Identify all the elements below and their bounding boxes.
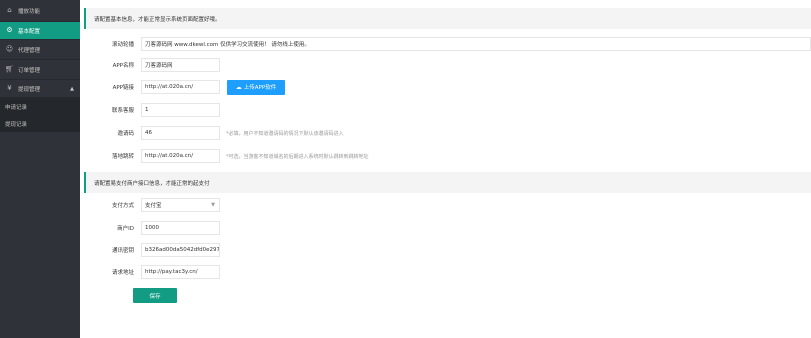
notice-payment: 请配置易支付商户接口信息，才能正常的起支付: [84, 172, 811, 193]
field-marquee: 滚动轮播 刀客源码网 www.dkewl.com 仅供学习交流使用！ 请勿线上使…: [84, 36, 811, 52]
sidebar-item-label: 订单管理: [18, 67, 41, 74]
upload-button-label: 上传APP软件: [243, 85, 277, 91]
field-api-url: 请求地址 http://pay.tac3y.cn/: [84, 264, 811, 280]
marquee-input[interactable]: 刀客源码网 www.dkewl.com 仅供学习交流使用！ 请勿线上使用。: [141, 37, 811, 51]
cart-icon: 🛒︎: [5, 65, 14, 73]
sidebar-item-orders[interactable]: 🛒︎ 订单管理: [0, 60, 80, 80]
redirect-input[interactable]: http://at.020a.cn/: [141, 149, 220, 163]
upload-app-button[interactable]: ☁ 上传APP软件: [227, 79, 285, 95]
api-url-input[interactable]: http://pay.tac3y.cn/: [141, 265, 220, 279]
field-label: 邀请码: [117, 131, 134, 137]
field-invite-code: 邀请码 46 *必填，用户不知道邀请码的情况下默认该邀请码进入: [84, 125, 811, 141]
field-label: 商户ID: [117, 226, 134, 232]
app-link-input[interactable]: http://at.020a.cn/: [141, 80, 220, 94]
field-label: 滚动轮播: [111, 42, 134, 48]
merchant-id-input[interactable]: 1000: [141, 221, 220, 235]
sidebar-item-label: 提现管理: [18, 86, 41, 93]
home-icon: ⌂: [7, 6, 12, 14]
sidebar: ⌂ 播放功能 ⚙ 基本配置 ☺ 代理管理 🛒︎ 订单管理 ¥ 提现管理 ▲ 申请…: [0, 0, 80, 338]
app: ⌂ 播放功能 ⚙ 基本配置 ☺ 代理管理 🛒︎ 订单管理 ¥ 提现管理 ▲ 申请…: [0, 0, 811, 338]
invite-code-input[interactable]: 46: [141, 126, 220, 140]
notice-text: 请配置基本信息，才能正常显示系统页面配置好哦。: [94, 16, 221, 23]
field-label: 请求地址: [111, 270, 134, 276]
field-redirect: 落地跳转 http://at.020a.cn/ *可选，当游客不知道域名的后期进…: [84, 148, 811, 164]
field-label: 联系客服: [111, 108, 134, 114]
sidebar-item-label: 播放功能: [18, 8, 41, 15]
invite-code-hint: *必填，用户不知道邀请码的情况下默认该邀请码进入: [226, 130, 344, 137]
field-app-name: APP名称 刀客源码网: [84, 57, 811, 73]
contact-input[interactable]: 1: [141, 103, 220, 117]
field-merchant-id: 商户ID 1000: [84, 220, 811, 236]
cloud-upload-icon: ☁: [235, 83, 242, 91]
notice-text: 请配置易支付商户接口信息，才能正常的起支付: [94, 180, 210, 187]
sidebar-item-agents[interactable]: ☺ 代理管理: [0, 40, 80, 60]
field-label: APP链接: [112, 85, 134, 91]
user-icon: ☺: [5, 45, 14, 53]
field-secret: 通讯密钥 b326ad00da5042dfd0e2972: [84, 242, 811, 258]
sidebar-item-label: 代理管理: [18, 47, 41, 54]
chevron-down-icon: ▼: [211, 202, 215, 208]
sidebar-subitem-applications[interactable]: 申请记录: [0, 98, 80, 115]
field-contact: 联系客服 1: [84, 102, 811, 118]
app-name-input[interactable]: 刀客源码网: [141, 58, 220, 72]
field-app-link: APP链接 http://at.020a.cn/ ☁ 上传APP软件: [84, 79, 811, 95]
field-pay-method: 支付方式 支付宝 ▼: [84, 197, 811, 213]
sidebar-subitem-withdraw-records[interactable]: 提现记录: [0, 115, 80, 132]
main-content: 请配置基本信息，才能正常显示系统页面配置好哦。 滚动轮播 刀客源码网 www.d…: [80, 0, 811, 338]
sidebar-item-home[interactable]: ⌂ 播放功能: [0, 0, 80, 22]
field-label: 落地跳转: [111, 154, 134, 160]
field-label: APP名称: [112, 63, 134, 69]
notice-basic-info: 请配置基本信息，才能正常显示系统页面配置好哦。: [84, 8, 811, 29]
secret-input[interactable]: b326ad00da5042dfd0e2972: [141, 243, 220, 257]
pay-method-select[interactable]: 支付宝 ▼: [141, 198, 220, 212]
redirect-hint: *可选，当游客不知道域名的后期进入系统时默认跳转到跳转地址: [226, 153, 369, 160]
pay-method-value: 支付宝: [145, 203, 162, 209]
sidebar-subitem-label: 提现记录: [5, 121, 28, 128]
sidebar-item-label: 基本配置: [18, 28, 41, 35]
sidebar-subitem-label: 申请记录: [5, 104, 28, 111]
save-button[interactable]: 保存: [133, 288, 177, 303]
sidebar-item-basic-config[interactable]: ⚙ 基本配置: [0, 22, 80, 40]
field-label: 支付方式: [111, 203, 134, 209]
money-icon: ¥: [7, 84, 12, 92]
sidebar-item-withdraw[interactable]: ¥ 提现管理 ▲: [0, 80, 80, 98]
gear-icon: ⚙: [6, 26, 13, 34]
field-label: 通讯密钥: [111, 248, 134, 254]
caret-up-icon: ▲: [70, 85, 74, 92]
